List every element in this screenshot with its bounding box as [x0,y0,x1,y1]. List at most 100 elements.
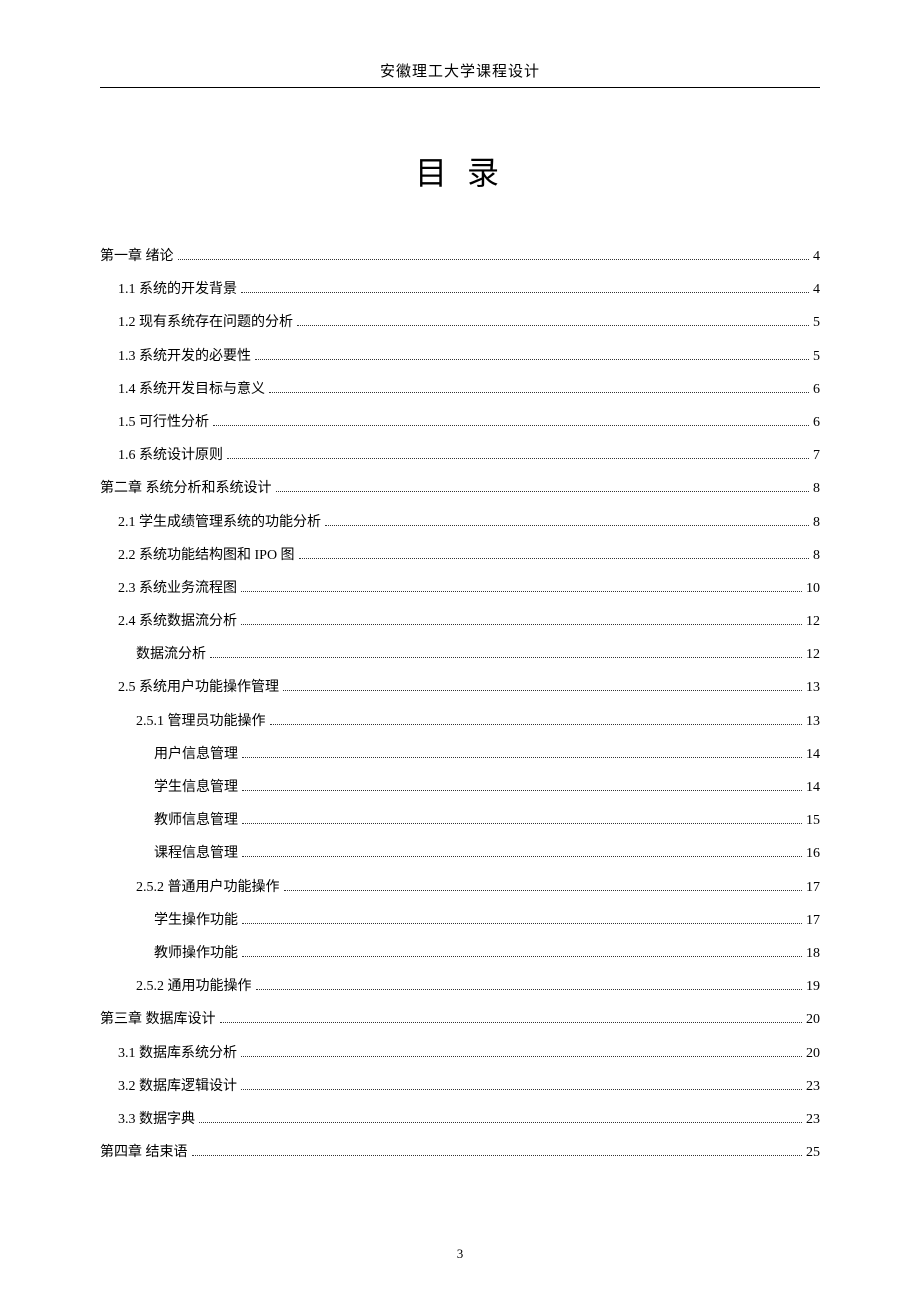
toc-entry-label: 课程信息管理 [154,841,238,866]
toc-entry-page: 17 [806,875,820,900]
toc-entry-page: 6 [813,410,820,435]
toc-leader-dots [241,582,802,592]
toc-entry-label: 3.3 数据字典 [118,1107,195,1132]
toc-entry[interactable]: 1.4 系统开发目标与意义 6 [100,377,820,402]
toc-entry[interactable]: 2.5 系统用户功能操作管理 13 [100,675,820,700]
toc-entry-label: 3.1 数据库系统分析 [118,1041,237,1066]
toc-entry[interactable]: 2.5.2 普通用户功能操作 17 [100,875,820,900]
toc-entry-page: 10 [806,576,820,601]
toc-entry-page: 14 [806,742,820,767]
toc-leader-dots [242,814,802,824]
toc-leader-dots [276,483,810,493]
toc-entry-label: 学生操作功能 [154,908,238,933]
toc-entry[interactable]: 3.1 数据库系统分析 20 [100,1041,820,1066]
toc-entry[interactable]: 3.3 数据字典 23 [100,1107,820,1132]
toc-entry-page: 12 [806,609,820,634]
toc-entry-page: 4 [813,244,820,269]
toc-entry-page: 8 [813,476,820,501]
toc-entry[interactable]: 教师信息管理 15 [100,808,820,833]
page-header: 安徽理工大学课程设计 [100,60,820,88]
toc-entry-label: 第三章 数据库设计 [100,1007,216,1032]
toc-leader-dots [242,748,802,758]
toc-entry-label: 第一章 绪论 [100,244,174,269]
toc-leader-dots [241,1047,802,1057]
toc-entry-label: 教师操作功能 [154,941,238,966]
toc-entry-page: 23 [806,1074,820,1099]
toc-entry[interactable]: 1.5 可行性分析 6 [100,410,820,435]
toc-entry[interactable]: 课程信息管理 16 [100,841,820,866]
toc-entry-label: 1.1 系统的开发背景 [118,277,237,302]
toc-entry[interactable]: 2.2 系统功能结构图和 IPO 图 8 [100,543,820,568]
toc-entry-label: 1.6 系统设计原则 [118,443,223,468]
toc-leader-dots [242,947,802,957]
toc-title: 目 录 [100,148,820,194]
toc-leader-dots [227,449,809,459]
toc-entry[interactable]: 1.3 系统开发的必要性 5 [100,344,820,369]
toc-entry[interactable]: 第一章 绪论 4 [100,244,820,269]
toc-entry-page: 25 [806,1140,820,1165]
toc-entry[interactable]: 1.2 现有系统存在问题的分析 5 [100,310,820,335]
toc-leader-dots [241,1080,802,1090]
toc-entry-label: 2.5 系统用户功能操作管理 [118,675,279,700]
toc-leader-dots [269,383,809,393]
toc-leader-dots [256,980,803,990]
toc-leader-dots [283,682,802,692]
toc-entry-page: 18 [806,941,820,966]
toc-leader-dots [325,516,809,526]
toc-entry[interactable]: 1.6 系统设计原则 7 [100,443,820,468]
toc-entry-page: 13 [806,675,820,700]
toc-entry-page: 15 [806,808,820,833]
toc-leader-dots [210,648,802,658]
toc-entry[interactable]: 第三章 数据库设计 20 [100,1007,820,1032]
toc-entry[interactable]: 第四章 结束语 25 [100,1140,820,1165]
toc-entry[interactable]: 学生信息管理 14 [100,775,820,800]
table-of-contents: 第一章 绪论 41.1 系统的开发背景 41.2 现有系统存在问题的分析 51.… [100,244,820,1165]
toc-entry[interactable]: 2.5.1 管理员功能操作 13 [100,709,820,734]
toc-entry[interactable]: 1.1 系统的开发背景 4 [100,277,820,302]
toc-entry[interactable]: 2.4 系统数据流分析 12 [100,609,820,634]
toc-entry-label: 3.2 数据库逻辑设计 [118,1074,237,1099]
toc-leader-dots [192,1146,803,1156]
toc-leader-dots [213,416,809,426]
toc-leader-dots [255,350,809,360]
toc-leader-dots [241,283,809,293]
toc-entry-label: 2.3 系统业务流程图 [118,576,237,601]
toc-entry[interactable]: 2.5.2 通用功能操作 19 [100,974,820,999]
toc-entry-page: 8 [813,543,820,568]
toc-entry-label: 1.4 系统开发目标与意义 [118,377,265,402]
toc-entry[interactable]: 学生操作功能 17 [100,908,820,933]
toc-entry-page: 5 [813,310,820,335]
toc-entry-page: 20 [806,1007,820,1032]
toc-entry-label: 1.2 现有系统存在问题的分析 [118,310,293,335]
toc-entry[interactable]: 数据流分析 12 [100,642,820,667]
toc-leader-dots [242,781,802,791]
toc-leader-dots [297,317,809,327]
toc-entry-page: 12 [806,642,820,667]
toc-leader-dots [199,1113,802,1123]
toc-leader-dots [241,615,802,625]
toc-entry-label: 用户信息管理 [154,742,238,767]
toc-entry-page: 19 [806,974,820,999]
toc-entry[interactable]: 第二章 系统分析和系统设计 8 [100,476,820,501]
toc-entry-label: 数据流分析 [136,642,206,667]
toc-entry[interactable]: 2.3 系统业务流程图 10 [100,576,820,601]
toc-entry-label: 教师信息管理 [154,808,238,833]
toc-entry[interactable]: 用户信息管理 14 [100,742,820,767]
toc-entry-page: 13 [806,709,820,734]
toc-entry[interactable]: 教师操作功能 18 [100,941,820,966]
toc-entry-label: 2.2 系统功能结构图和 IPO 图 [118,543,295,568]
page-number: 3 [0,1246,920,1262]
toc-entry-page: 20 [806,1041,820,1066]
toc-entry-page: 16 [806,841,820,866]
toc-entry-label: 学生信息管理 [154,775,238,800]
toc-entry-label: 1.3 系统开发的必要性 [118,344,251,369]
toc-entry-page: 23 [806,1107,820,1132]
toc-entry[interactable]: 2.1 学生成绩管理系统的功能分析 8 [100,510,820,535]
toc-entry-label: 2.1 学生成绩管理系统的功能分析 [118,510,321,535]
toc-entry-label: 2.4 系统数据流分析 [118,609,237,634]
toc-entry-label: 第二章 系统分析和系统设计 [100,476,272,501]
toc-entry[interactable]: 3.2 数据库逻辑设计 23 [100,1074,820,1099]
toc-leader-dots [242,848,802,858]
toc-entry-page: 17 [806,908,820,933]
toc-entry-page: 14 [806,775,820,800]
